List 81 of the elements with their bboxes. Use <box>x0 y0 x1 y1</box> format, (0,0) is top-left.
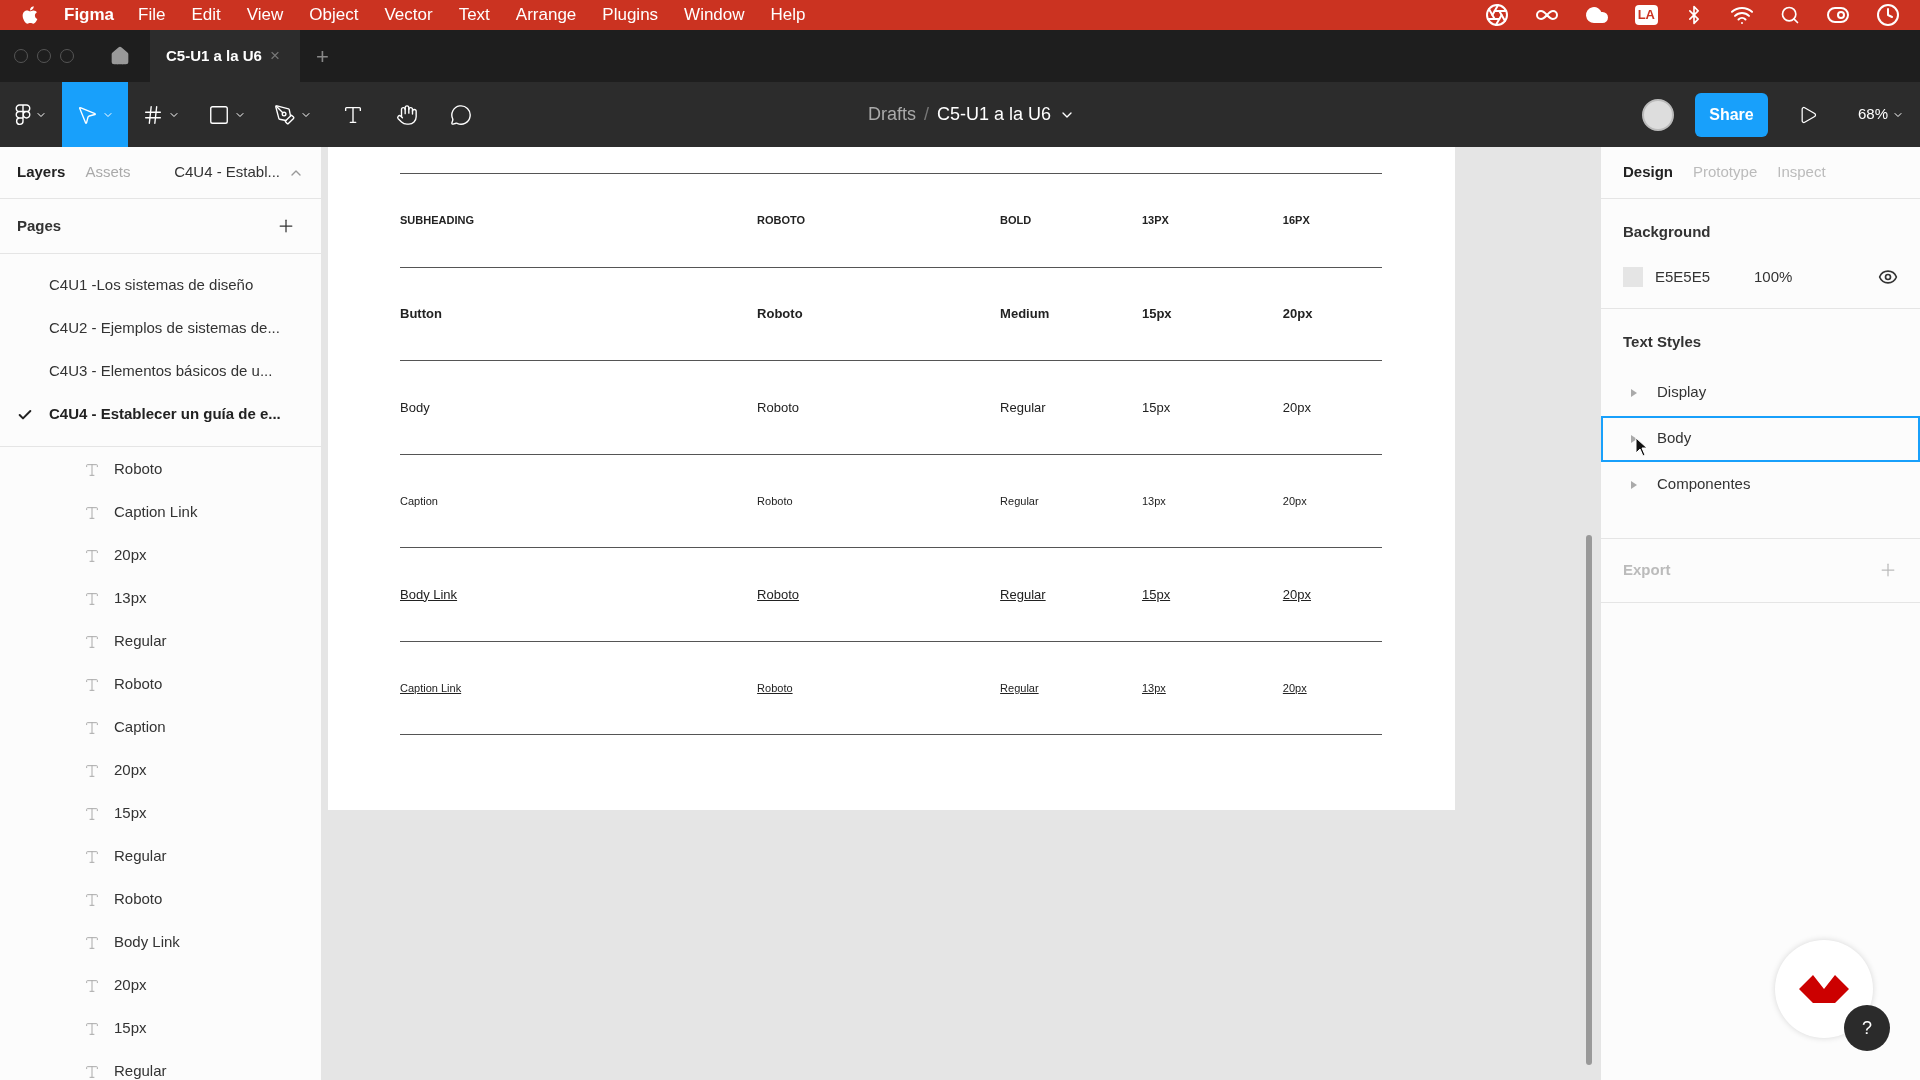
opacity-value[interactable]: 100% <box>1754 265 1793 288</box>
menu-item[interactable]: File <box>138 2 166 28</box>
page-item[interactable]: C4U1 -Los sistemas de diseño <box>0 264 321 307</box>
pages-title: Pages <box>17 215 62 236</box>
table-cell-text: 20px <box>1282 680 1308 696</box>
menu-item[interactable]: Object <box>309 2 359 28</box>
file-tab[interactable]: C5-U1 a la U6 × <box>150 30 300 82</box>
table-cell-text: Medium <box>1000 305 1051 323</box>
help-button[interactable]: ? <box>1844 1005 1890 1051</box>
section-title: Text Styles <box>1622 332 1703 352</box>
table-cell-text: SUBHEADING <box>400 213 475 228</box>
table-cell-text: 13px <box>1141 493 1167 509</box>
layer-item[interactable]: 20px <box>0 964 321 1007</box>
menu-item[interactable]: View <box>246 2 284 28</box>
table-cell-text: Roboto <box>757 493 794 509</box>
layer-item[interactable]: Caption <box>0 706 321 749</box>
layer-item[interactable]: 15px <box>0 1007 321 1050</box>
text-style-item[interactable]: Display <box>1601 369 1920 416</box>
table-cell-text: Caption <box>400 493 439 509</box>
menu-item[interactable]: Vector <box>384 2 433 28</box>
table-cell-text: 20px <box>1282 585 1312 604</box>
layer-item[interactable]: Regular <box>0 1050 321 1080</box>
status-badge[interactable]: LA <box>1634 5 1658 25</box>
table-cell-text: 15px <box>1141 585 1172 604</box>
table-cell-text: 20px <box>1282 493 1308 509</box>
table-cell-text: 20px <box>1282 398 1312 417</box>
panel-tab[interactable]: Design <box>1623 161 1673 184</box>
menu-item[interactable]: Edit <box>191 2 221 28</box>
layer-item[interactable]: 20px <box>0 534 321 577</box>
page-item[interactable]: C4U4 - Establecer un guía de e... <box>0 393 321 436</box>
tab-title: C5-U1 a la U6 <box>166 45 262 66</box>
table-cell-text: 15px <box>1141 398 1172 417</box>
layer-item[interactable]: Regular <box>0 620 321 663</box>
layer-item[interactable]: Roboto <box>0 663 321 706</box>
table-cell-text: 15px <box>1141 305 1173 323</box>
app-menu[interactable]: Figma <box>64 2 115 28</box>
table-cell-text: 13PX <box>1141 213 1170 228</box>
table-cell-text: 13px <box>1141 680 1167 696</box>
text-style-item[interactable]: Body <box>1601 415 1920 462</box>
layer-item[interactable]: 20px <box>0 749 321 792</box>
menu-item[interactable]: Help <box>770 2 806 28</box>
table-cell-text: Body <box>400 398 431 417</box>
table-cell-text: 20px <box>1282 305 1314 323</box>
breadcrumb-separator: / <box>924 103 930 126</box>
section-title: Background <box>1623 222 1712 242</box>
layer-item[interactable]: Body Link <box>0 921 321 964</box>
table-cell-text: BOLD <box>1000 213 1033 228</box>
table-cell-text: ROBOTO <box>757 213 807 228</box>
page-item[interactable]: C4U3 - Elementos básicos de u... <box>0 350 321 393</box>
table-cell-text: Button <box>400 305 443 323</box>
layer-item[interactable]: 13px <box>0 577 321 620</box>
menu-item[interactable]: Arrange <box>515 2 577 28</box>
table-cell-text: Body Link <box>400 585 459 604</box>
menu-item[interactable]: Window <box>684 2 745 28</box>
page-item[interactable]: C4U2 - Ejemplos de sistemas de... <box>0 307 321 350</box>
breadcrumb-folder[interactable]: Drafts <box>868 101 916 128</box>
section-title: Export <box>1623 559 1671 580</box>
table-cell-text: Caption Link <box>400 680 463 696</box>
table-cell-text: Roboto <box>757 398 800 417</box>
file-name[interactable]: C5-U1 a la U6 <box>937 101 1052 128</box>
table-cell-text: Roboto <box>757 680 794 696</box>
layer-item[interactable]: Regular <box>0 835 321 878</box>
layer-item[interactable]: 15px <box>0 792 321 835</box>
layer-item[interactable]: Roboto <box>0 448 321 491</box>
new-tab-button[interactable]: + <box>316 39 329 73</box>
panel-tab[interactable]: Layers <box>17 161 66 184</box>
layer-item[interactable]: Roboto <box>0 878 321 921</box>
table-cell-text: Roboto <box>757 305 804 323</box>
table-cell-text: Roboto <box>757 585 800 604</box>
text-style-item[interactable]: Componentes <box>1601 461 1920 508</box>
table-cell-text: Regular <box>1000 493 1040 509</box>
layer-item[interactable]: Caption Link <box>0 491 321 534</box>
menu-item[interactable]: Plugins <box>602 2 659 28</box>
menu-item[interactable]: Text <box>458 2 490 28</box>
table-cell-text: Regular <box>1000 398 1047 417</box>
table-cell-text: Regular <box>1000 585 1047 604</box>
zoom-level[interactable]: 68% <box>1857 103 1888 126</box>
table-cell-text: Regular <box>1000 680 1040 696</box>
color-hex[interactable]: E5E5E5 <box>1655 265 1754 288</box>
table-cell-text: 16PX <box>1282 213 1311 228</box>
page-switcher[interactable]: C4U4 - Establ... <box>174 161 280 184</box>
